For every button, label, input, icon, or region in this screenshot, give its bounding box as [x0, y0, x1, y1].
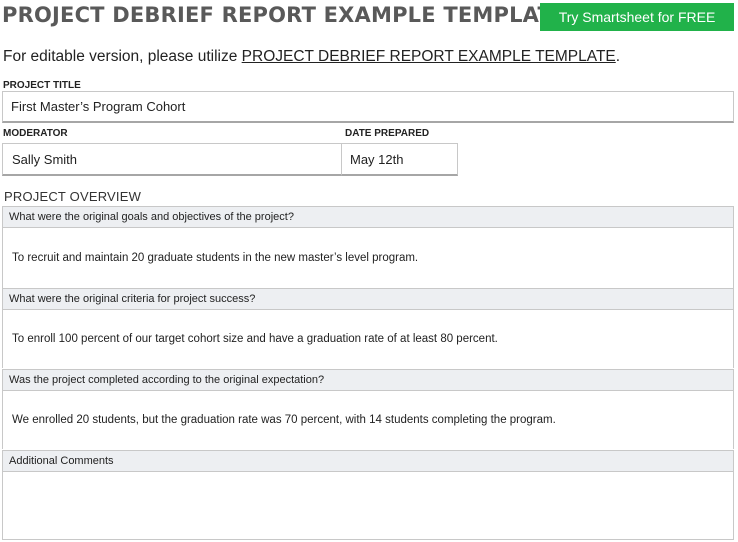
template-link[interactable]: PROJECT DEBRIEF REPORT EXAMPLE TEMPLATE: [242, 48, 616, 65]
moderator-value: Sally Smith: [12, 151, 78, 167]
project-title-value: First Master’s Program Cohort: [11, 99, 186, 114]
date-prepared-value: May 12th: [350, 151, 404, 167]
moderator-label: MODERATOR: [3, 128, 68, 139]
intro-prefix: For editable version, please utilize: [3, 48, 242, 65]
overview-section-title: PROJECT OVERVIEW: [4, 189, 142, 204]
project-title-label: PROJECT TITLE: [3, 80, 81, 91]
intro-line: For editable version, please utilize PRO…: [3, 48, 620, 66]
overview-question: What were the original criteria for proj…: [3, 288, 733, 310]
overview-question: Was the project completed according to t…: [3, 369, 733, 391]
project-title-field[interactable]: First Master’s Program Cohort: [2, 91, 734, 123]
overview-item: What were the original criteria for proj…: [2, 288, 734, 368]
overview-answer: We enrolled 20 students, but the graduat…: [12, 414, 556, 426]
date-prepared-label: DATE PREPARED: [345, 128, 430, 139]
overview-answer-field[interactable]: To enroll 100 percent of our target coho…: [3, 310, 733, 368]
overview-answer: To recruit and maintain 20 graduate stud…: [12, 252, 419, 264]
overview-answer-field[interactable]: To recruit and maintain 20 graduate stud…: [3, 228, 733, 288]
overview-question: What were the original goals and objecti…: [3, 206, 733, 228]
intro-suffix: .: [615, 48, 621, 65]
overview-item: Was the project completed according to t…: [2, 369, 734, 449]
overview-question: Additional Comments: [3, 450, 733, 472]
overview-item: Additional Comments: [2, 450, 734, 540]
overview-answer-field[interactable]: We enrolled 20 students, but the graduat…: [3, 391, 733, 449]
overview-answer: To enroll 100 percent of our target coho…: [12, 333, 498, 345]
additional-comments-field[interactable]: [3, 472, 733, 539]
date-prepared-field[interactable]: May 12th: [341, 143, 458, 176]
overview-item: What were the original goals and objecti…: [2, 206, 734, 288]
try-smartsheet-button[interactable]: Try Smartsheet for FREE: [540, 3, 734, 31]
page-title: PROJECT DEBRIEF REPORT EXAMPLE TEMPLATE: [2, 3, 567, 27]
moderator-field[interactable]: Sally Smith: [2, 143, 343, 176]
